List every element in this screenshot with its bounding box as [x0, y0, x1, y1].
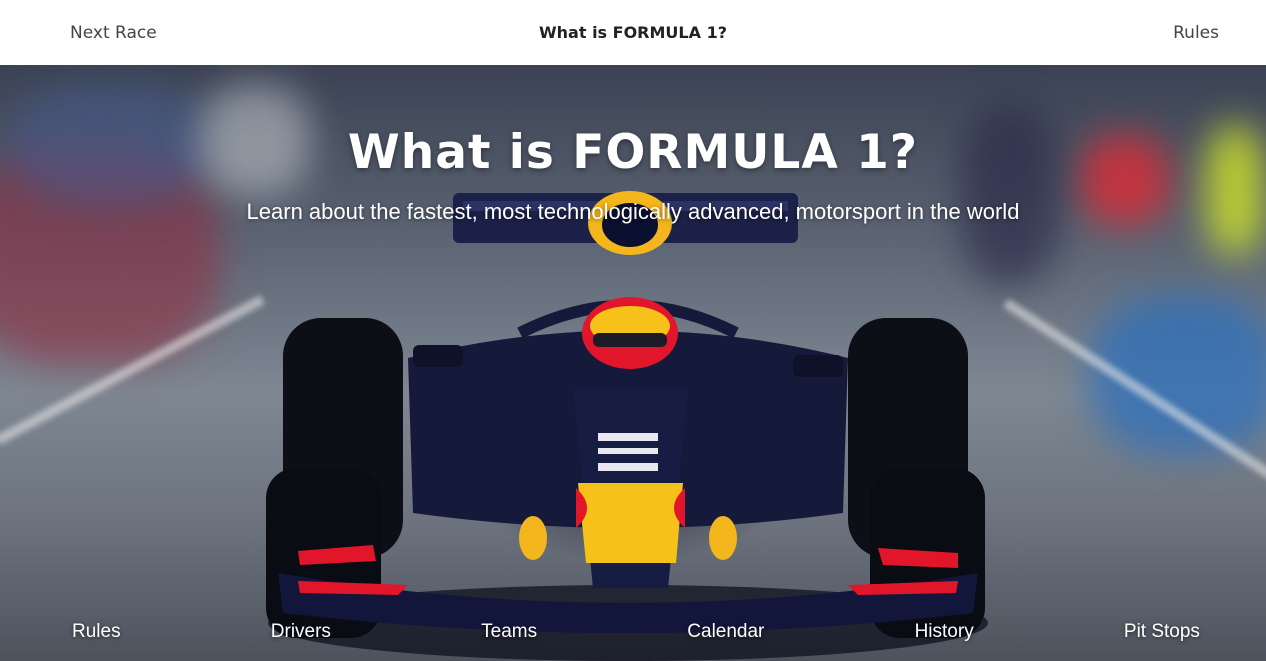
rules-link[interactable]: Rules	[1173, 23, 1219, 43]
nav-link-teams[interactable]: Teams	[481, 621, 537, 643]
nav-link-history[interactable]: History	[915, 621, 974, 643]
nav-link-rules[interactable]: Rules	[72, 621, 121, 643]
next-race-link[interactable]: Next Race	[70, 23, 157, 43]
nav-link-pit-stops[interactable]: Pit Stops	[1124, 621, 1200, 643]
top-navigation-bar: Next Race What is FORMULA 1? Rules	[0, 0, 1266, 65]
page-title: What is FORMULA 1?	[539, 23, 727, 42]
nav-link-calendar[interactable]: Calendar	[687, 621, 764, 643]
hero-banner: What is FORMULA 1? Learn about the faste…	[0, 65, 1266, 661]
formula-one-car-image	[266, 191, 988, 661]
nav-link-drivers[interactable]: Drivers	[271, 621, 331, 643]
hero-subtitle: Learn about the fastest, most technologi…	[246, 199, 1020, 224]
hero-title: What is FORMULA 1?	[347, 125, 919, 180]
section-navigation: Rules Drivers Teams Calendar History Pit…	[0, 621, 1266, 643]
page-title-wrapper: What is FORMULA 1?	[0, 23, 1266, 42]
